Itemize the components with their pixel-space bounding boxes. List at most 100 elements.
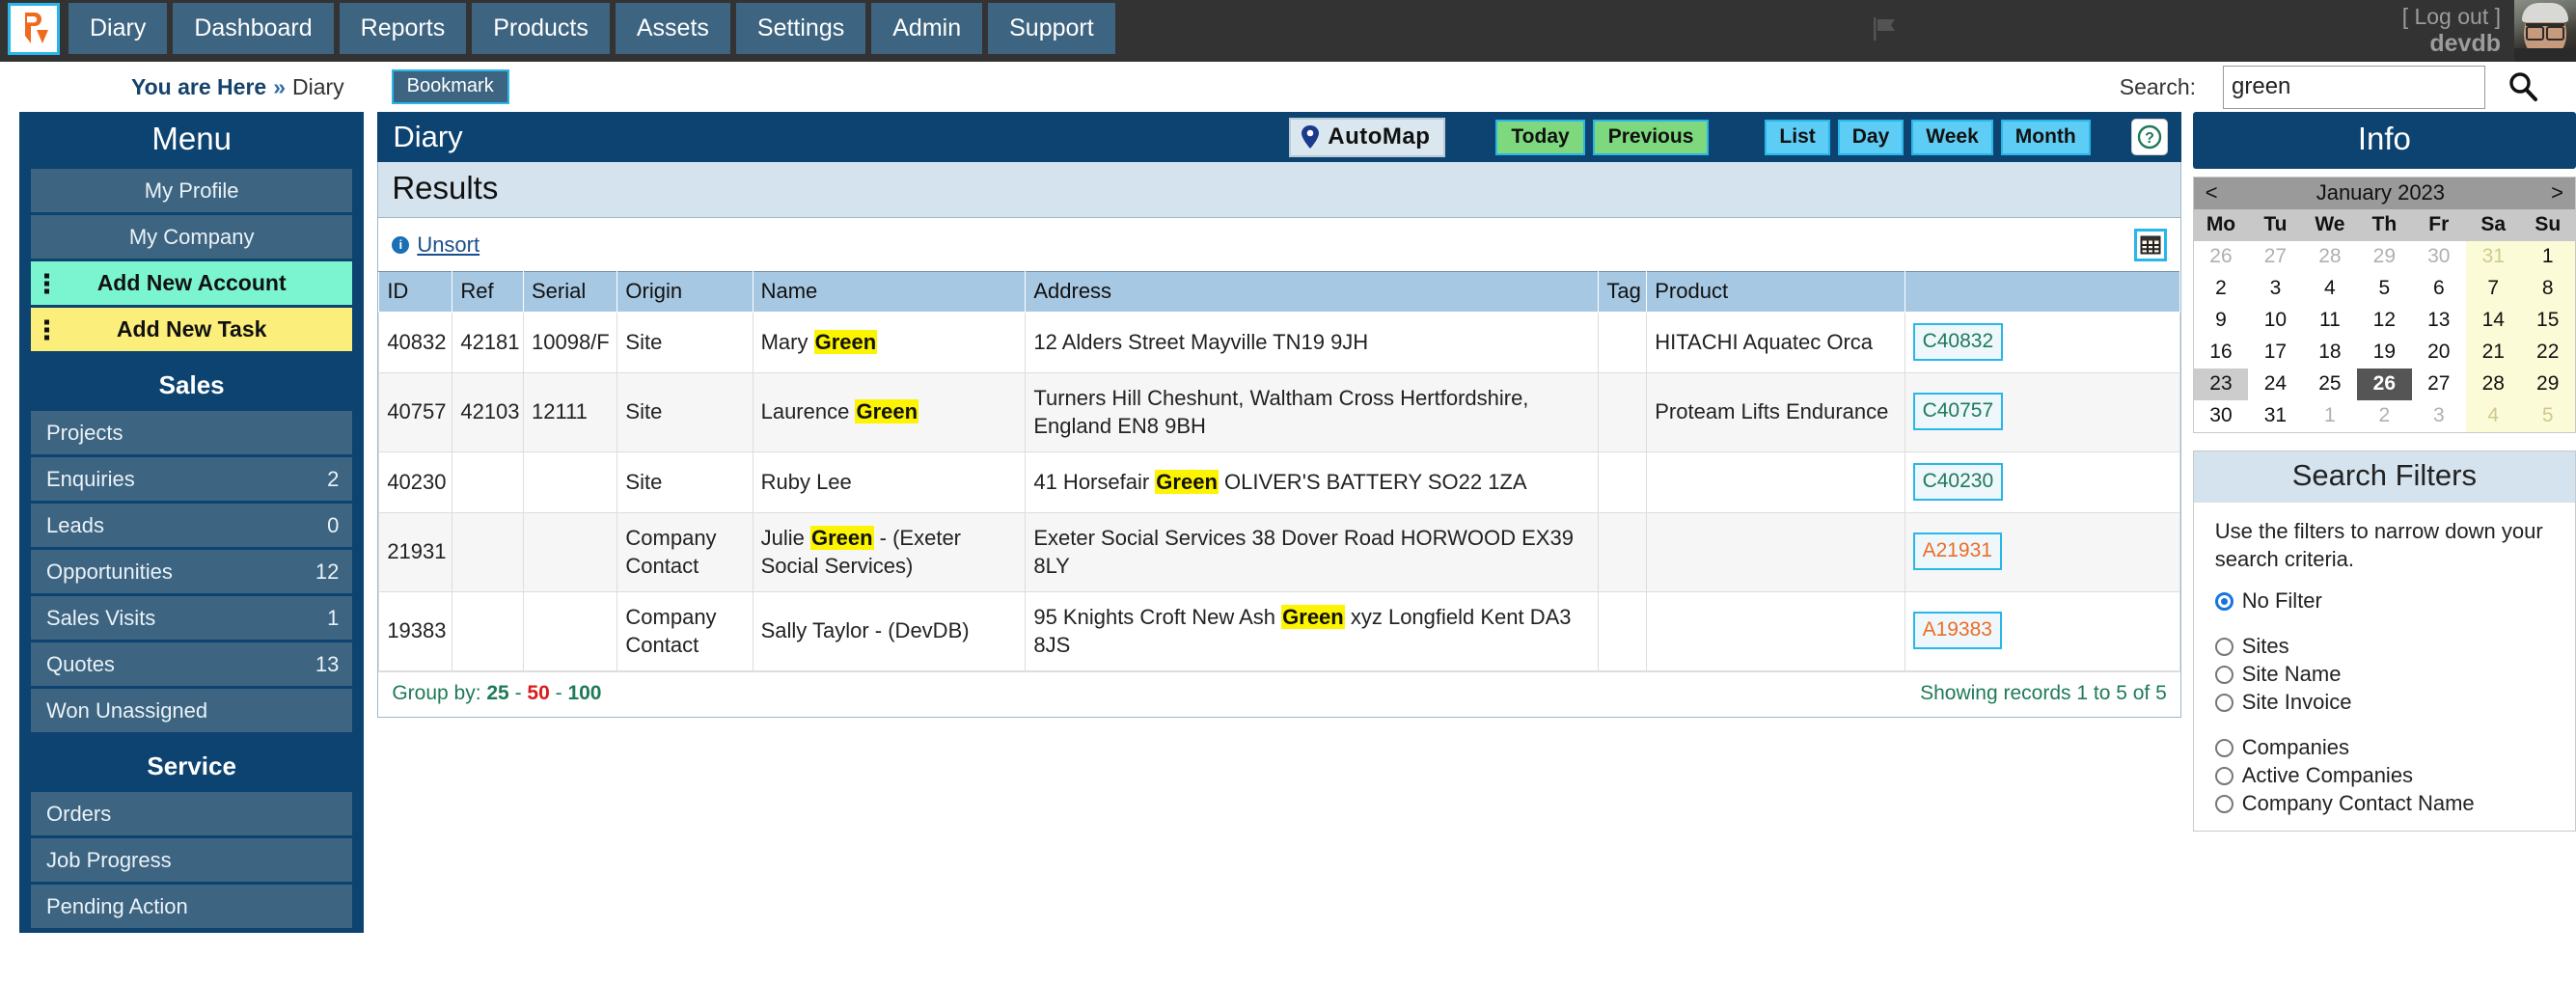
calendar-day[interactable]: 25 [2302,369,2358,400]
sidebar-item-add-new-account[interactable]: Add New Account [31,261,353,305]
calendar-day[interactable]: 22 [2520,337,2575,369]
grid-view-button[interactable] [2133,228,2167,261]
today-button[interactable]: Today [1495,119,1585,155]
calendar-day[interactable]: 29 [2357,241,2412,273]
bookmark-button[interactable]: Bookmark [391,69,509,104]
calendar-day[interactable]: 10 [2248,305,2303,337]
calendar-day[interactable]: 14 [2466,305,2521,337]
calendar-day[interactable]: 20 [2411,337,2467,369]
table-row[interactable]: 21931 Company Contact Julie Green - (Exete… [378,511,2180,592]
sidebar-item-my-profile[interactable]: My Profile [31,169,353,212]
calendar-day[interactable]: 23 [2193,369,2249,400]
calendar-day[interactable]: 30 [2411,241,2467,273]
column-header-address[interactable]: Address [1025,271,1600,313]
radio-button-icon[interactable] [2214,794,2233,813]
column-header-product[interactable]: Product [1646,271,1905,313]
sidebar-item-sales-visits[interactable]: Sales Visits 1 [31,596,353,640]
calendar-day[interactable]: 5 [2357,273,2412,305]
nav-item-dashboard[interactable]: Dashboard [173,3,334,54]
sidebar-item-leads[interactable]: Leads 0 [31,504,353,547]
calendar-day[interactable]: 1 [2520,241,2575,273]
group-by-25[interactable]: 25 [486,682,508,705]
record-link-chip[interactable]: C40832 [1912,323,2004,361]
unsort-link[interactable]: Unsort [417,232,480,258]
calendar-next-month-button[interactable]: > [2551,180,2563,205]
sidebar-item-won-unassigned[interactable]: Won Unassigned [31,689,353,732]
radio-button-icon[interactable] [2214,665,2233,684]
view-list-button[interactable]: List [1765,119,1830,155]
calendar-day[interactable]: 8 [2520,273,2575,305]
calendar-day[interactable]: 2 [2193,273,2249,305]
sidebar-item-enquiries[interactable]: Enquiries 2 [31,457,353,501]
record-link-chip[interactable]: A21931 [1912,532,2002,570]
radio-button-icon[interactable] [2214,693,2233,712]
previous-button[interactable]: Previous [1592,119,1710,155]
calendar-day[interactable]: 19 [2357,337,2412,369]
filter-radio-companies[interactable]: Companies [2214,735,2558,760]
calendar-day[interactable]: 31 [2466,241,2521,273]
table-row[interactable]: 19383 Company Contact Sally Taylor - (DevD… [378,590,2180,671]
cell-origin[interactable]: Company Contact [617,590,754,671]
help-button[interactable]: ? [2130,119,2168,155]
cell-origin[interactable]: Company Contact [617,511,754,592]
nav-item-products[interactable]: Products [472,3,610,54]
sidebar-item-opportunities[interactable]: Opportunities 12 [31,550,353,593]
column-header-origin[interactable]: Origin [617,271,754,313]
calendar-day[interactable]: 27 [2248,241,2303,273]
radio-button-icon[interactable] [2214,637,2233,656]
nav-item-admin[interactable]: Admin [871,3,983,54]
column-header-serial[interactable]: Serial [522,271,618,313]
calendar-day[interactable]: 1 [2302,400,2358,432]
calendar-day[interactable]: 24 [2248,369,2303,400]
calendar-day[interactable]: 6 [2411,273,2467,305]
automap-button[interactable]: AutoMap [1289,117,1446,157]
radio-button-icon[interactable] [2214,738,2233,757]
filter-radio-company-contact-name[interactable]: Company Contact Name [2214,791,2558,816]
table-row[interactable]: 40230 Site Ruby Lee 41 Horsefair Green OLIV… [378,451,2180,513]
group-by-50[interactable]: 50 [527,682,549,705]
app-logo[interactable] [8,3,60,55]
view-month-button[interactable]: Month [2000,119,2091,155]
sidebar-item-add-new-task[interactable]: Add New Task [31,308,353,351]
nav-item-reports[interactable]: Reports [339,3,467,54]
column-header-id[interactable]: ID [378,271,453,313]
calendar-day[interactable]: 17 [2248,337,2303,369]
calendar-day[interactable]: 9 [2193,305,2249,337]
flag-icon[interactable] [1872,15,1901,47]
calendar-day[interactable]: 30 [2193,400,2249,432]
filter-radio-active-companies[interactable]: Active Companies [2214,763,2558,788]
cell-origin[interactable]: Site [617,312,754,373]
record-link-chip[interactable]: C40230 [1912,462,2004,501]
sidebar-item-my-company[interactable]: My Company [31,215,353,259]
calendar-day[interactable]: 2 [2357,400,2412,432]
radio-button-icon[interactable] [2214,766,2233,785]
nav-item-support[interactable]: Support [988,3,1115,54]
drag-handle-icon[interactable] [44,319,49,340]
calendar-day[interactable]: 28 [2466,369,2521,400]
calendar-day[interactable]: 27 [2411,369,2467,400]
calendar-day[interactable]: 13 [2411,305,2467,337]
sidebar-item-projects[interactable]: Projects [31,411,353,454]
column-header-ref[interactable]: Ref [452,271,524,313]
column-header-name[interactable]: Name [752,271,1027,313]
calendar-day[interactable]: 5 [2520,400,2575,432]
cell-origin[interactable]: Site [617,371,754,452]
nav-item-diary[interactable]: Diary [69,3,168,54]
table-row[interactable]: 40832 42181 10098/F Site Mary Green 12 Alders… [378,312,2180,373]
sidebar-item-orders[interactable]: Orders [31,792,353,835]
sidebar-item-quotes[interactable]: Quotes 13 [31,642,353,686]
calendar-day[interactable]: 4 [2466,400,2521,432]
search-button[interactable] [2507,70,2539,103]
view-day-button[interactable]: Day [1837,119,1905,155]
sidebar-item-job-progress[interactable]: Job Progress [31,838,353,882]
column-header-tag[interactable]: Tag [1598,271,1648,313]
filter-radio-sites[interactable]: Sites [2214,634,2558,659]
calendar-day[interactable]: 4 [2302,273,2358,305]
calendar-day[interactable]: 26 [2193,241,2249,273]
calendar-day[interactable]: 12 [2357,305,2412,337]
search-input[interactable] [2223,65,2485,109]
record-link-chip[interactable]: A19383 [1912,612,2002,649]
calendar-day[interactable]: 11 [2302,305,2358,337]
calendar-day[interactable]: 15 [2520,305,2575,337]
calendar-day-today[interactable]: 26 [2357,369,2412,400]
